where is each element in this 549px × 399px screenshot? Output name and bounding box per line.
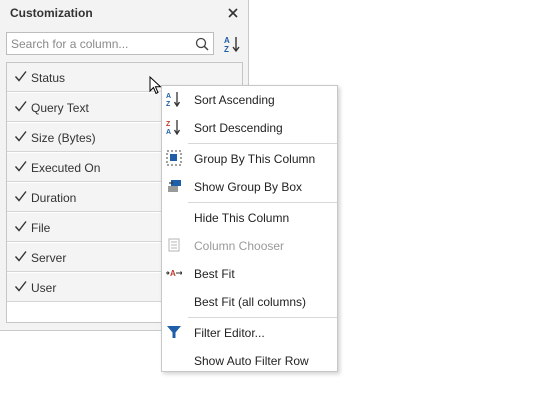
menu-item-label: Best Fit (all columns) [194,295,307,309]
svg-text:A: A [166,93,171,100]
svg-text:A: A [166,129,171,135]
column-label: Executed On [31,161,101,175]
menu-item-best-fit-all[interactable]: Best Fit (all columns) [162,288,337,316]
checkbox-checked[interactable] [14,220,27,233]
menu-separator [188,202,337,203]
close-button[interactable] [226,6,240,20]
menu-item-label: Show Auto Filter Row [194,354,309,368]
panel-title: Customization [10,6,93,20]
column-label: File [31,221,51,235]
checkbox-checked[interactable] [14,100,27,113]
group-by-box-icon [168,180,181,192]
column-label: User [31,281,57,295]
sort-az-icon[interactable]: A Z [223,35,241,53]
checkbox-checked[interactable] [14,280,27,293]
menu-item-label: Sort Descending [194,121,283,135]
menu-item-show-group-by-box[interactable]: Show Group By Box [162,173,337,201]
checkbox-checked[interactable] [14,250,27,263]
column-label: Query Text [31,101,89,115]
search-icon[interactable] [195,37,209,51]
menu-item-label: Filter Editor... [194,326,265,340]
best-fit-icon: A [166,269,182,278]
sort-descending-icon: Z A [166,120,181,135]
menu-separator [188,143,337,144]
menu-item-label: Best Fit [194,267,235,281]
menu-item-hide-column[interactable]: Hide This Column [162,204,337,232]
search-box[interactable] [6,32,214,55]
menu-item-group-by-column[interactable]: Group By This Column [162,145,337,173]
column-label: Server [31,251,67,265]
close-icon [228,8,238,18]
checkbox-checked[interactable] [14,160,27,173]
checkbox-checked[interactable] [14,130,27,143]
checkbox-checked[interactable] [14,70,27,83]
filter-icon [167,326,181,338]
sort-ascending-icon: A Z [166,92,181,107]
menu-item-sort-ascending[interactable]: A Z Sort Ascending [162,86,337,114]
column-context-menu: A Z Sort Ascending Z A Sort Descending G… [161,85,338,372]
svg-text:Z: Z [166,121,171,128]
menu-item-label: Hide This Column [194,211,290,225]
checkbox-checked[interactable] [14,190,27,203]
menu-item-label: Column Chooser [194,239,285,253]
svg-text:A: A [170,269,176,278]
column-label: Size (Bytes) [31,131,96,145]
menu-item-sort-descending[interactable]: Z A Sort Descending [162,114,337,142]
menu-item-label: Show Group By Box [194,180,303,194]
svg-text:Z: Z [224,45,229,53]
column-chooser-icon [168,238,180,252]
column-label: Duration [31,191,77,205]
search-input[interactable] [11,36,186,51]
group-by-column-icon [166,150,182,166]
svg-text:Z: Z [166,101,171,107]
menu-item-label: Sort Ascending [194,93,275,107]
menu-item-label: Group By This Column [194,152,316,166]
column-label: Status [31,71,66,85]
menu-item-best-fit[interactable]: A Best Fit [162,260,337,288]
menu-item-column-chooser: Column Chooser [162,232,337,260]
svg-text:A: A [224,36,230,45]
menu-separator [188,317,337,318]
menu-item-filter-editor[interactable]: Filter Editor... [162,319,337,347]
menu-item-show-auto-filter-row[interactable]: Show Auto Filter Row [162,347,337,375]
